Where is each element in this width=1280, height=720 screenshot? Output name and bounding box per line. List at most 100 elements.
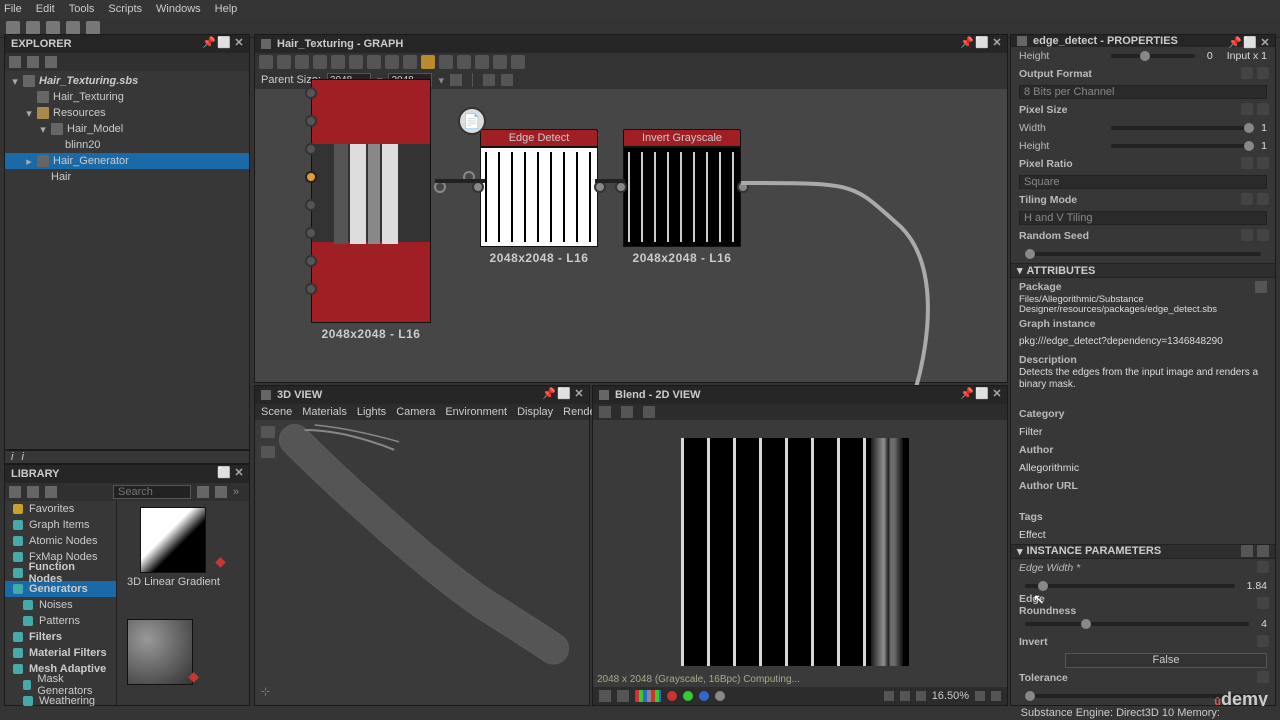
filter-icon[interactable] [197,486,209,498]
add-icon[interactable] [45,56,57,68]
info-icon2[interactable]: i [21,451,23,463]
node-invert-grayscale[interactable]: Invert Grayscale 2048x2048 - L16 [623,129,741,247]
reset-icon[interactable] [1241,193,1253,205]
close-icon[interactable]: ✕ [1259,36,1271,48]
tile-icon[interactable] [617,690,629,702]
tool-zoom-icon[interactable] [331,55,345,69]
tree-item-model[interactable]: ▾Hair_Model [5,121,249,137]
copy-icon[interactable] [1241,545,1253,557]
tool-frame-icon[interactable] [367,55,381,69]
tree-item-material[interactable]: blinn20 [5,137,249,153]
lock-icon[interactable] [450,74,462,86]
seed-slider[interactable] [1025,252,1261,256]
tab-materials[interactable]: Materials [302,406,347,418]
reset-icon[interactable] [1241,157,1253,169]
height-slider[interactable] [1111,54,1195,58]
popout-icon[interactable]: ⬜ [558,387,570,399]
tree-item-graph[interactable]: Hair_Texturing [5,89,249,105]
popout-icon[interactable]: ⬜ [976,36,988,48]
tool-info-icon[interactable] [313,55,327,69]
pin-icon[interactable]: 📌 [1229,36,1241,48]
hierarchy-icon[interactable] [483,74,495,86]
expose-icon[interactable] [1257,561,1269,573]
lib-cat-favorites[interactable]: Favorites [5,501,116,517]
tool-grid-icon[interactable] [385,55,399,69]
expose-icon[interactable] [1257,671,1269,683]
open-icon[interactable] [46,21,60,35]
pixel-ratio-field[interactable]: Square [1019,175,1267,189]
tool-link-icon[interactable] [439,55,453,69]
tree-item-resources[interactable]: ▾Resources [5,105,249,121]
grid-icon[interactable] [599,690,611,702]
expose-icon[interactable] [1257,67,1269,79]
reset-icon[interactable] [1241,103,1253,115]
close-icon[interactable]: ✕ [573,387,585,399]
lib-cat-atomic[interactable]: Atomic Nodes [5,533,116,549]
search-input[interactable] [113,485,191,499]
tool-sync-icon[interactable] [457,55,471,69]
lib-cat-function[interactable]: Function Nodes [5,565,116,581]
close-icon[interactable]: ✕ [991,36,1003,48]
tool-pointer-icon[interactable] [259,55,273,69]
r-channel-icon[interactable] [667,691,677,701]
library-item[interactable]: ◆ [127,619,193,685]
save-icon[interactable] [66,21,80,35]
edge-width-slider[interactable] [1025,584,1235,588]
menu-help[interactable]: Help [215,3,238,15]
invert-toggle[interactable]: False [1065,653,1267,668]
crosshair-icon[interactable] [884,691,894,701]
circle-icon[interactable] [916,691,926,701]
open-icon[interactable] [599,406,611,418]
tree-item-output[interactable]: Hair [5,169,249,185]
menu-tools[interactable]: Tools [69,3,95,15]
g-channel-icon[interactable] [683,691,693,701]
close-icon[interactable]: ✕ [233,36,245,48]
lib-cat-matfilters[interactable]: Material Filters [5,645,116,661]
graph-tab[interactable]: Hair_Texturing - GRAPH [277,38,403,50]
menu-scripts[interactable]: Scripts [108,3,142,15]
lock-icon[interactable] [991,691,1001,701]
output-format-field[interactable]: 8 Bits per Channel [1019,85,1267,99]
channels-icon[interactable] [635,690,661,702]
lib-cat-maskgen[interactable]: Mask Generators [5,677,116,693]
reset-icon[interactable] [1241,229,1253,241]
popout-icon[interactable]: ⬜ [218,466,230,478]
lib-cat-graph[interactable]: Graph Items [5,517,116,533]
tab-display[interactable]: Display [517,406,553,418]
pin-icon[interactable]: 📌 [203,36,215,48]
folder-icon[interactable] [1255,281,1267,293]
close-icon[interactable]: ✕ [991,387,1003,399]
section-attributes[interactable]: ▾ATTRIBUTES [1011,263,1275,278]
height-slider2[interactable] [1111,144,1249,148]
menu-file[interactable]: File [4,3,22,15]
section-instance-params[interactable]: ▾INSTANCE PARAMETERS [1011,544,1275,559]
expose-icon[interactable] [1257,193,1269,205]
tool-box-icon[interactable] [511,55,525,69]
lib-cat-filters[interactable]: Filters [5,629,116,645]
popout-icon[interactable]: ⬜ [1244,36,1256,48]
tab-camera[interactable]: Camera [396,406,435,418]
popout-icon[interactable]: ⬜ [976,387,988,399]
graph-canvas[interactable]: 2048x2048 - L16 Edge Detect 2048x2048 - … [255,89,1007,382]
reset-icon[interactable] [1241,67,1253,79]
copy-icon[interactable] [643,406,655,418]
menu-edit[interactable]: Edit [36,3,55,15]
tool-python-icon[interactable] [421,55,435,69]
tree-item-package[interactable]: ▾Hair_Texturing.sbs [5,73,249,89]
tool-rotate-icon[interactable] [475,55,489,69]
expose-icon[interactable] [1257,103,1269,115]
undo-icon[interactable] [86,21,100,35]
home-icon[interactable] [9,486,21,498]
tiling-mode-field[interactable]: H and V Tiling [1019,211,1267,225]
flow-icon[interactable] [501,74,513,86]
paste-icon[interactable] [1257,545,1269,557]
view3d-canvas[interactable]: ⊹ [255,420,589,705]
save-icon[interactable] [621,406,633,418]
menu-windows[interactable]: Windows [156,3,201,15]
tab-environment[interactable]: Environment [445,406,507,418]
tool-more-icon[interactable] [493,55,507,69]
expose-icon[interactable] [1257,229,1269,241]
a-channel-icon[interactable] [715,691,725,701]
tool-fit-icon[interactable] [349,55,363,69]
tool-select-icon[interactable] [277,55,291,69]
